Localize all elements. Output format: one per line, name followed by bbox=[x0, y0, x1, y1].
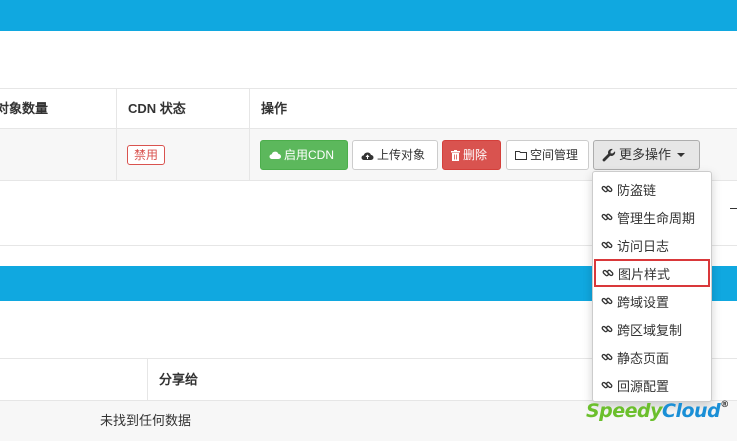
upload-object-button[interactable]: 上传对象 bbox=[352, 140, 438, 170]
menu-item-image-style[interactable]: 图片样式 bbox=[594, 259, 710, 287]
panel-body bbox=[0, 31, 737, 88]
column-header-share-to: 分享给 bbox=[159, 372, 199, 387]
menu-item-lifecycle[interactable]: 管理生命周期 bbox=[593, 203, 711, 231]
link-icon bbox=[602, 267, 614, 279]
upload-object-label: 上传对象 bbox=[377, 148, 426, 162]
registered-mark: ® bbox=[720, 400, 729, 410]
menu-item-access-log[interactable]: 访问日志 bbox=[593, 231, 711, 259]
bucket-table-header: 对象数量 CDN 状态 操作 bbox=[0, 88, 737, 129]
menu-item-origin-config[interactable]: 回源配置 bbox=[593, 371, 711, 399]
link-icon bbox=[601, 295, 613, 307]
delete-label: 删除 bbox=[463, 148, 488, 162]
trash-icon bbox=[451, 149, 460, 161]
enable-cdn-button[interactable]: 启用CDN bbox=[260, 140, 348, 170]
menu-item-static-page[interactable]: 静态页面 bbox=[593, 343, 711, 371]
folder-icon bbox=[515, 150, 527, 160]
menu-item-label: 跨区域复制 bbox=[617, 322, 683, 338]
column-divider bbox=[116, 88, 117, 181]
enable-cdn-label: 启用CDN bbox=[284, 148, 334, 162]
more-actions-button[interactable]: 更多操作 bbox=[593, 140, 700, 170]
link-icon bbox=[601, 323, 613, 335]
menu-item-label: 访问日志 bbox=[617, 238, 670, 254]
link-icon bbox=[601, 351, 613, 363]
empty-table-message: 未找到任何数据 bbox=[100, 413, 192, 428]
cloud-icon bbox=[269, 150, 281, 160]
menu-item-label: 图片样式 bbox=[618, 266, 671, 282]
divider bbox=[730, 208, 737, 209]
cdn-status-badge: 禁用 bbox=[127, 145, 166, 165]
column-divider bbox=[249, 88, 250, 181]
column-header-actions: 操作 bbox=[261, 101, 288, 116]
menu-item-label: 回源配置 bbox=[617, 378, 670, 394]
link-icon bbox=[601, 183, 613, 195]
logo-text-speedy: Speedy bbox=[586, 400, 663, 422]
more-actions-dropdown-menu: 防盗链 管理生命周期 访问日志 图片样式 跨域设置 跨区域复制 静态页面 回源配… bbox=[592, 171, 712, 402]
space-manage-label: 空间管理 bbox=[530, 148, 579, 162]
menu-item-cors-settings[interactable]: 跨域设置 bbox=[593, 287, 711, 315]
menu-item-hotlink-protection[interactable]: 防盗链 bbox=[593, 175, 711, 203]
cloud-upload-icon bbox=[361, 150, 374, 161]
delete-button[interactable]: 删除 bbox=[442, 140, 501, 170]
link-icon bbox=[601, 211, 613, 223]
menu-item-label: 跨域设置 bbox=[617, 294, 670, 310]
logo-text-cloud: Cloud bbox=[662, 400, 721, 422]
link-icon bbox=[601, 239, 613, 251]
caret-down-icon bbox=[677, 153, 686, 157]
column-divider bbox=[147, 358, 148, 401]
menu-item-cross-region-replication[interactable]: 跨区域复制 bbox=[593, 315, 711, 343]
space-manage-button[interactable]: 空间管理 bbox=[506, 140, 589, 170]
wrench-icon bbox=[602, 148, 616, 162]
top-header-bar bbox=[0, 0, 737, 31]
menu-item-label: 静态页面 bbox=[617, 350, 670, 366]
more-actions-label: 更多操作 bbox=[619, 147, 672, 162]
column-header-cdn-status: CDN 状态 bbox=[128, 101, 186, 116]
column-header-object-count: 对象数量 bbox=[0, 101, 49, 116]
link-icon bbox=[601, 379, 613, 391]
menu-item-label: 管理生命周期 bbox=[617, 210, 696, 226]
speedycloud-logo: SpeedyCloud® bbox=[586, 400, 729, 430]
menu-item-label: 防盗链 bbox=[617, 182, 657, 198]
